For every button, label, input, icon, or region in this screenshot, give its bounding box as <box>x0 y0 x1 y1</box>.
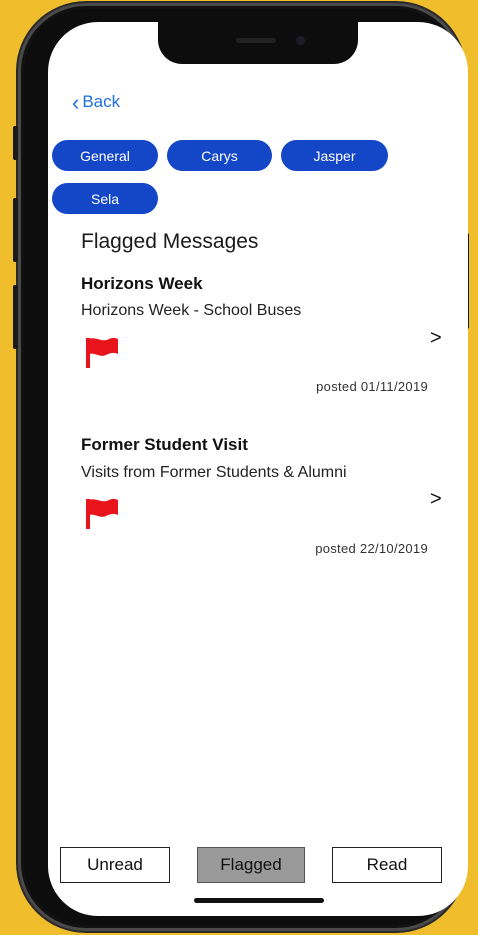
message-title: Former Student Visit <box>81 435 248 454</box>
volume-up-button <box>13 198 18 262</box>
group-chip-jasper[interactable]: Jasper <box>281 140 388 171</box>
group-chip-carys[interactable]: Carys <box>167 140 272 171</box>
chevron-left-icon: ‹ <box>72 89 80 115</box>
flag-icon <box>86 337 118 368</box>
camera <box>296 36 305 45</box>
back-button[interactable]: ‹ Back <box>72 89 121 115</box>
tab-read[interactable]: Read <box>332 847 442 883</box>
back-label: Back <box>82 92 121 111</box>
speaker <box>236 38 276 43</box>
open-message-arrow[interactable]: > <box>430 327 442 350</box>
tab-unread[interactable]: Unread <box>60 847 170 883</box>
message-subtitle: Horizons Week - School Buses <box>81 302 302 319</box>
notch <box>158 22 358 64</box>
phone-frame: ‹ Back General Carys Jasper Sela Flagged… <box>13 3 469 931</box>
open-message-arrow[interactable]: > <box>430 488 442 511</box>
message-subtitle: Visits from Former Students & Alumni <box>81 464 347 481</box>
group-chip-general[interactable]: General <box>52 140 158 171</box>
message-title: Horizons Week <box>81 274 203 293</box>
group-chip-sela[interactable]: Sela <box>52 183 158 214</box>
silent-switch <box>13 126 18 160</box>
volume-down-button <box>13 285 18 349</box>
posted-date: posted 22/10/2019 <box>315 541 428 556</box>
home-indicator[interactable] <box>194 898 324 903</box>
tab-flagged[interactable]: Flagged <box>197 847 305 883</box>
posted-date: posted 01/11/2019 <box>316 379 428 394</box>
section-title: Flagged Messages <box>81 230 259 253</box>
screen: ‹ Back General Carys Jasper Sela Flagged… <box>48 22 468 916</box>
flag-icon <box>86 498 118 529</box>
